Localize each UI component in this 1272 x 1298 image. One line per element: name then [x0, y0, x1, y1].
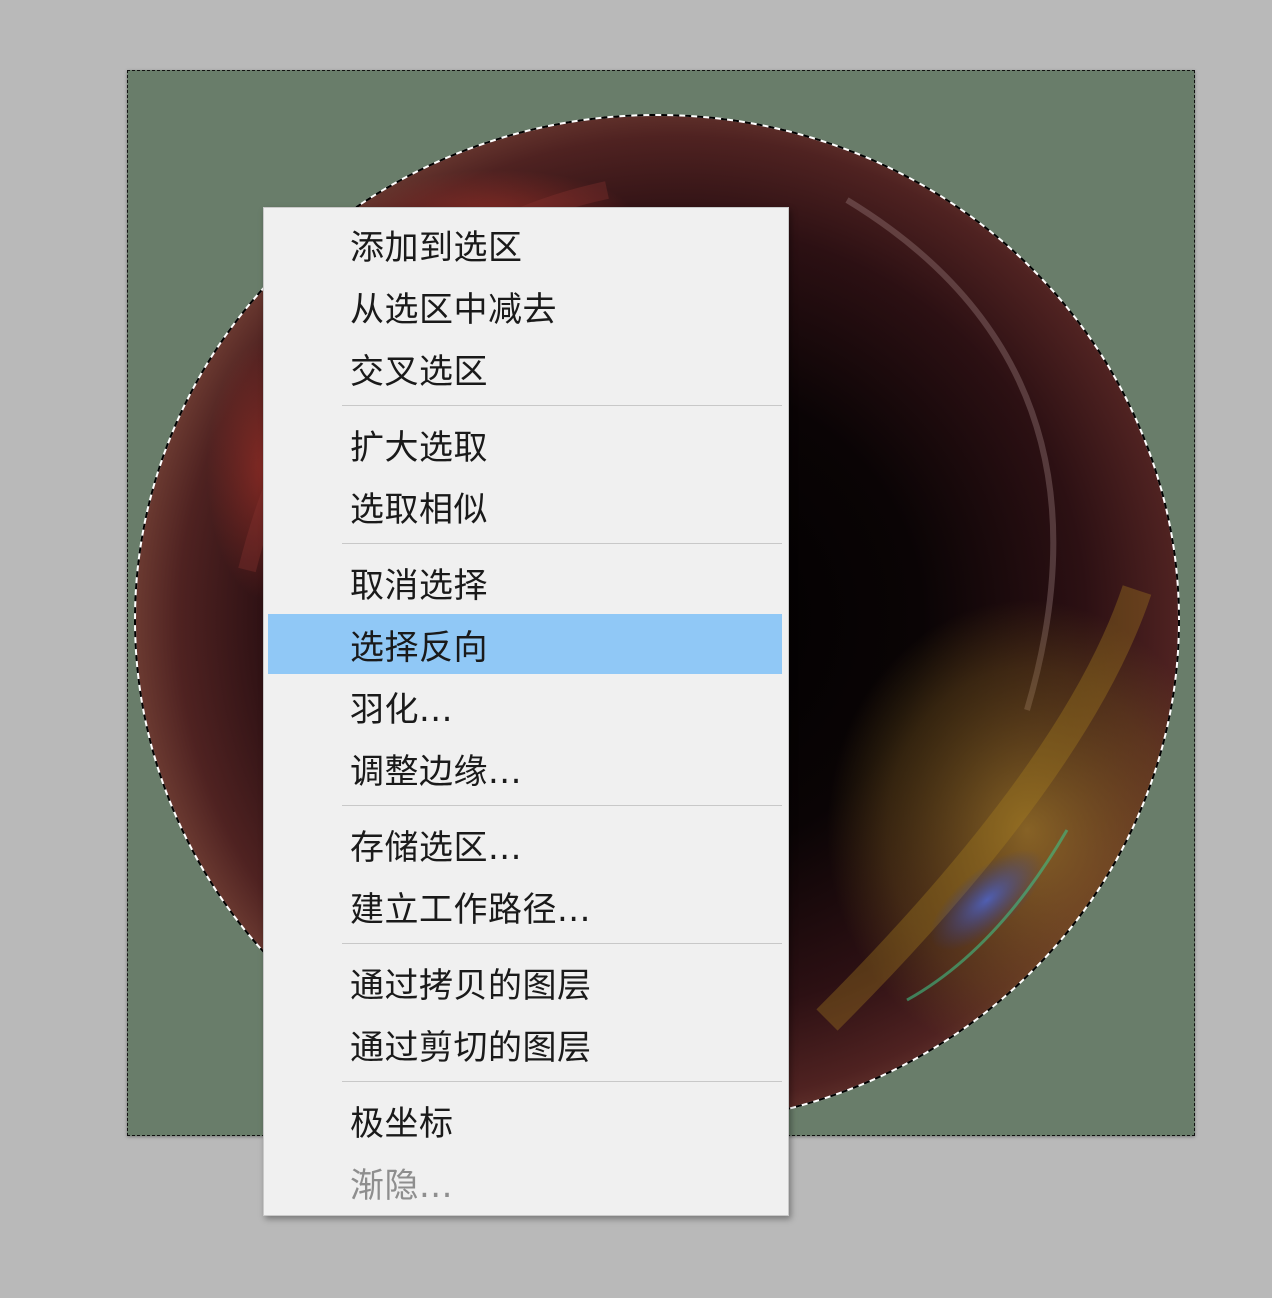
menu-item-select-inverse[interactable]: 选择反向	[268, 614, 782, 674]
menu-separator	[342, 805, 782, 806]
menu-item-subtract-from-selection[interactable]: 从选区中减去	[268, 276, 782, 336]
menu-item-layer-via-copy[interactable]: 通过拷贝的图层	[268, 952, 782, 1012]
menu-item-intersect-selection[interactable]: 交叉选区	[268, 338, 782, 398]
menu-item-similar[interactable]: 选取相似	[268, 476, 782, 536]
menu-item-save-selection[interactable]: 存储选区...	[268, 814, 782, 874]
menu-item-make-work-path[interactable]: 建立工作路径...	[268, 876, 782, 936]
menu-item-polar-coordinates[interactable]: 极坐标	[268, 1090, 782, 1150]
menu-separator	[342, 943, 782, 944]
menu-item-fade: 渐隐...	[350, 1165, 453, 1206]
menu-item-deselect[interactable]: 取消选择	[268, 552, 782, 612]
menu-item-layer-via-cut[interactable]: 通过剪切的图层	[268, 1014, 782, 1074]
menu-item-add-to-selection[interactable]: 添加到选区	[268, 214, 782, 274]
menu-item-grow[interactable]: 扩大选取	[268, 414, 782, 474]
menu-separator	[342, 1081, 782, 1082]
menu-item-feather[interactable]: 羽化...	[268, 676, 782, 736]
context-menu: 添加到选区 从选区中减去 交叉选区 扩大选取 选取相似 取消选择 选择反向 羽化…	[263, 207, 789, 1216]
menu-separator	[342, 543, 782, 544]
menu-item-refine-edge[interactable]: 调整边缘...	[268, 738, 782, 798]
menu-separator	[342, 405, 782, 406]
